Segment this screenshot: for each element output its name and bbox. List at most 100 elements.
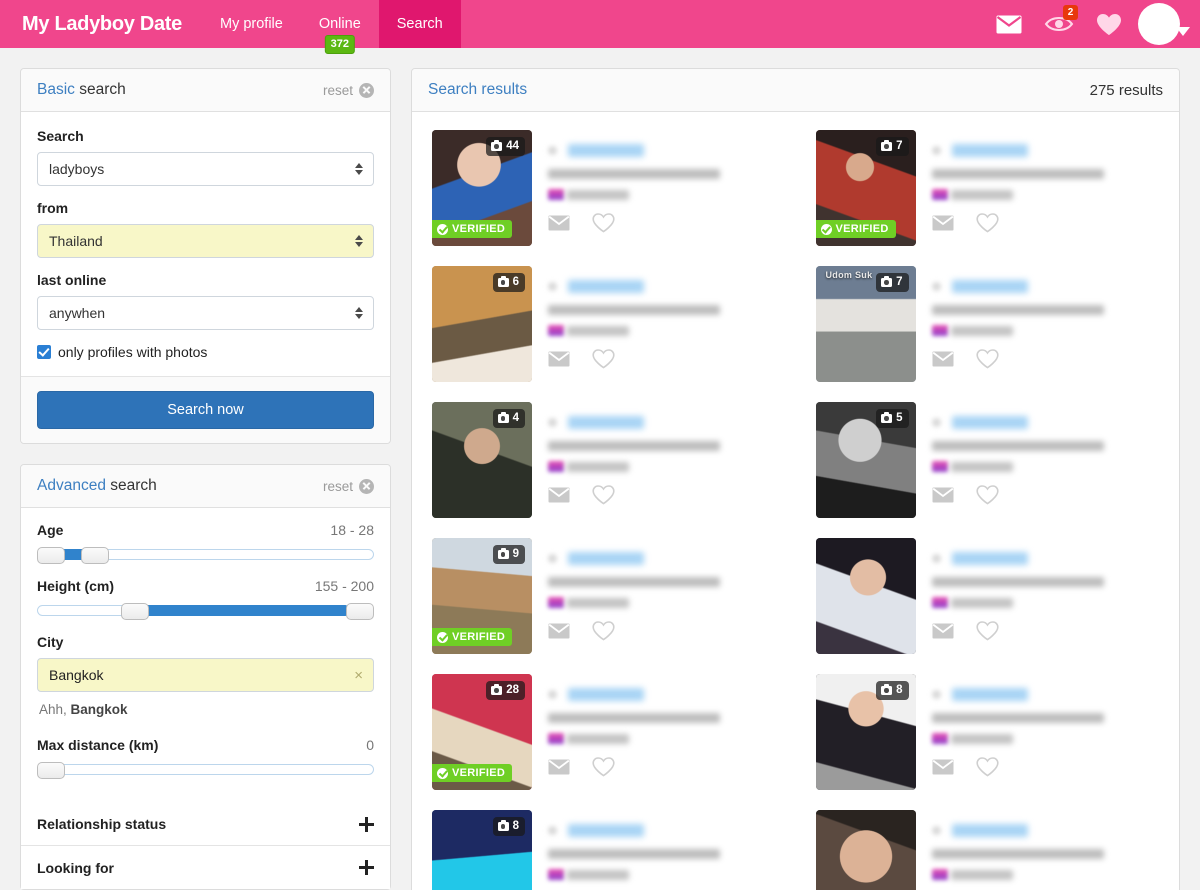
favorite-button[interactable]: [975, 757, 999, 777]
message-button[interactable]: [932, 351, 954, 367]
nav-item-my-profile[interactable]: My profile: [202, 0, 301, 48]
message-button[interactable]: [548, 759, 570, 775]
profile-card[interactable]: 8: [412, 800, 796, 890]
profile-thumbnail[interactable]: 4: [432, 402, 532, 518]
city-input[interactable]: Bangkok ×: [37, 658, 374, 692]
advanced-search-reset-button[interactable]: reset: [323, 478, 374, 494]
profile-name[interactable]: [568, 552, 644, 565]
profile-name-row[interactable]: [931, 688, 1172, 701]
favorite-button[interactable]: [592, 757, 615, 777]
user-menu[interactable]: [1138, 3, 1190, 45]
profile-name-row[interactable]: [931, 824, 1172, 837]
profile-card[interactable]: 6: [412, 256, 796, 392]
basic-search-reset-button[interactable]: reset: [323, 82, 374, 98]
only-photos-checkbox-row[interactable]: only profiles with photos: [37, 344, 374, 360]
avatar[interactable]: [1138, 3, 1180, 45]
age-slider-min-handle[interactable]: [37, 547, 65, 564]
profile-card[interactable]: 9 VERIFIED: [412, 528, 796, 664]
brand-logo[interactable]: My Ladyboy Date: [0, 0, 202, 48]
profile-name[interactable]: [568, 280, 644, 293]
height-slider-min-handle[interactable]: [121, 603, 149, 620]
message-button[interactable]: [548, 623, 570, 639]
profile-name[interactable]: [951, 824, 1028, 837]
profile-name-row[interactable]: [548, 688, 788, 701]
profile-thumbnail[interactable]: 8: [815, 674, 916, 790]
message-button[interactable]: [932, 215, 954, 231]
profile-card[interactable]: 7 VERIFIED: [796, 120, 1180, 256]
profile-name-row[interactable]: [548, 552, 788, 565]
accordion-looking-for[interactable]: Looking for: [21, 846, 390, 889]
plus-icon[interactable]: [359, 860, 374, 875]
profile-thumbnail[interactable]: 5: [815, 402, 916, 518]
profile-card[interactable]: [796, 528, 1180, 664]
nav-item-search[interactable]: Search: [378, 0, 461, 48]
favorite-button[interactable]: [975, 349, 999, 369]
profile-thumbnail[interactable]: [815, 538, 916, 654]
city-clear-icon[interactable]: ×: [354, 668, 363, 683]
max-distance-slider-handle[interactable]: [37, 762, 65, 779]
profile-card[interactable]: 8: [796, 664, 1180, 800]
profile-name[interactable]: [568, 824, 644, 837]
profile-name[interactable]: [568, 144, 644, 157]
profile-name[interactable]: [951, 416, 1028, 429]
favorite-button[interactable]: [975, 621, 999, 641]
profile-name-row[interactable]: [931, 552, 1172, 565]
reset-close-icon[interactable]: [359, 478, 374, 494]
height-slider[interactable]: [37, 603, 374, 620]
profile-thumbnail[interactable]: 7 VERIFIED: [815, 130, 916, 246]
height-slider-max-handle[interactable]: [346, 603, 374, 620]
profile-thumbnail[interactable]: [815, 810, 916, 890]
profile-card[interactable]: 4: [412, 392, 796, 528]
profile-name[interactable]: [951, 144, 1028, 157]
from-country-select[interactable]: Thailand: [37, 224, 374, 258]
accordion-relationship-status[interactable]: Relationship status: [21, 803, 390, 846]
message-button[interactable]: [548, 487, 570, 503]
profile-card[interactable]: 44 VERIFIED: [412, 120, 796, 256]
chevron-down-icon[interactable]: [1176, 26, 1190, 36]
age-slider[interactable]: [37, 547, 374, 564]
profile-name-row[interactable]: [931, 416, 1172, 429]
city-suggestion[interactable]: Ahh, Bangkok: [39, 702, 374, 717]
message-button[interactable]: [548, 351, 570, 367]
profile-name-row[interactable]: [548, 416, 788, 429]
reset-close-icon[interactable]: [359, 82, 374, 98]
age-slider-max-handle[interactable]: [81, 547, 109, 564]
profile-name-row[interactable]: [931, 144, 1172, 157]
profile-name[interactable]: [568, 416, 644, 429]
profile-name[interactable]: [568, 688, 644, 701]
message-button[interactable]: [932, 759, 954, 775]
message-button[interactable]: [932, 487, 954, 503]
nav-item-online[interactable]: Online 372: [301, 0, 379, 54]
profile-thumbnail[interactable]: 8: [432, 810, 532, 890]
profile-name-row[interactable]: [548, 280, 788, 293]
favorites-button[interactable]: [1086, 0, 1132, 48]
profile-card[interactable]: Udom Suk 7: [796, 256, 1180, 392]
only-photos-checkbox[interactable]: [37, 345, 51, 359]
profile-thumbnail[interactable]: 28 VERIFIED: [432, 674, 532, 790]
plus-icon[interactable]: [359, 816, 374, 832]
max-distance-slider[interactable]: [37, 762, 374, 779]
profile-card[interactable]: 28 VERIFIED: [412, 664, 796, 800]
profile-name-row[interactable]: [548, 824, 788, 837]
profile-name[interactable]: [951, 280, 1028, 293]
views-button[interactable]: 2: [1036, 0, 1082, 48]
messages-button[interactable]: [986, 0, 1032, 48]
search-now-button[interactable]: Search now: [37, 391, 374, 429]
favorite-button[interactable]: [975, 485, 999, 505]
message-button[interactable]: [932, 623, 954, 639]
favorite-button[interactable]: [975, 213, 999, 233]
profile-thumbnail[interactable]: 6: [432, 266, 532, 382]
favorite-button[interactable]: [592, 621, 615, 641]
profile-name[interactable]: [951, 688, 1028, 701]
profile-card[interactable]: 5: [796, 392, 1180, 528]
favorite-button[interactable]: [592, 485, 615, 505]
profile-name[interactable]: [951, 552, 1028, 565]
favorite-button[interactable]: [592, 213, 615, 233]
search-type-select[interactable]: ladyboys: [37, 152, 374, 186]
profile-thumbnail[interactable]: 44 VERIFIED: [432, 130, 532, 246]
profile-card[interactable]: [796, 800, 1180, 890]
profile-thumbnail[interactable]: 9 VERIFIED: [432, 538, 532, 654]
last-online-select[interactable]: anywhen: [37, 296, 374, 330]
message-button[interactable]: [548, 215, 570, 231]
profile-name-row[interactable]: [548, 144, 788, 157]
